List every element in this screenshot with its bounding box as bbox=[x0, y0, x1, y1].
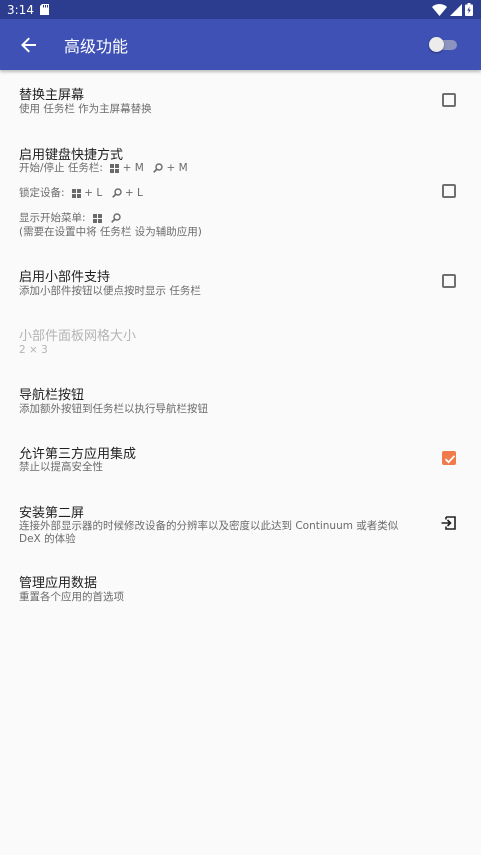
widget-support-checkbox[interactable] bbox=[442, 274, 456, 288]
check-icon bbox=[444, 455, 456, 464]
setting-replace-home[interactable]: 替换主屏幕 使用 任务栏 作为主屏幕替换 bbox=[0, 70, 481, 130]
shortcut-keys: + L bbox=[124, 187, 143, 199]
replace-home-checkbox[interactable] bbox=[442, 93, 456, 107]
shortcut-line-lock: 锁定设备: + L + L bbox=[19, 187, 143, 200]
toggle-thumb bbox=[429, 37, 444, 52]
shortcut-label: 显示开始菜单: bbox=[19, 212, 86, 224]
shortcut-label: 锁定设备: bbox=[19, 187, 65, 199]
status-right bbox=[432, 3, 473, 16]
master-toggle[interactable] bbox=[429, 37, 457, 52]
page-title: 高级功能 bbox=[64, 36, 129, 56]
setting-title: 替换主屏幕 bbox=[19, 88, 85, 103]
setting-summary: 禁止以提高安全性 bbox=[19, 461, 103, 473]
keyboard-shortcuts-checkbox[interactable] bbox=[442, 184, 456, 198]
signal-icon bbox=[450, 3, 462, 16]
shortcut-keys: + M bbox=[166, 162, 188, 174]
shortcut-keys: + L bbox=[84, 187, 103, 199]
app-bar: 高级功能 bbox=[0, 19, 481, 70]
shortcut-note: (需要在设置中将 任务栏 设为辅助应用) bbox=[19, 226, 202, 238]
setting-widget-grid: 小部件面板网格大小 2 × 3 bbox=[0, 310, 481, 370]
shortcut-line-start-menu: 显示开始菜单: bbox=[19, 212, 121, 225]
setting-summary: 添加小部件按钮以便点按时显示 任务栏 bbox=[19, 285, 201, 297]
shortcut-label: 开始/停止 任务栏: bbox=[19, 162, 103, 174]
setting-keyboard-shortcuts[interactable]: 启用键盘快捷方式 开始/停止 任务栏: + M + M 锁定设备: + L + … bbox=[0, 130, 481, 250]
search-key-icon bbox=[111, 213, 121, 223]
windows-key-icon bbox=[92, 213, 102, 223]
setting-nav-buttons[interactable]: 导航栏按钮 添加额外按钮到任务栏以执行导航栏按钮 bbox=[0, 370, 481, 430]
setting-summary-line2: DeX 的体验 bbox=[19, 533, 76, 545]
sd-card-icon bbox=[39, 4, 49, 15]
setting-summary: 重置各个应用的首选项 bbox=[19, 591, 124, 603]
shortcut-keys: + M bbox=[122, 162, 144, 174]
battery-charging-icon bbox=[465, 3, 473, 16]
setting-widget-support[interactable]: 启用小部件支持 添加小部件按钮以便点按时显示 任务栏 bbox=[0, 250, 481, 310]
setting-title: 安装第二屏 bbox=[19, 506, 85, 521]
setting-summary: 使用 任务栏 作为主屏幕替换 bbox=[19, 103, 152, 115]
windows-key-icon bbox=[71, 188, 81, 198]
status-left: 3:14 bbox=[7, 3, 49, 17]
setting-summary: 2 × 3 bbox=[19, 344, 48, 356]
open-in-app-icon bbox=[441, 516, 456, 530]
setting-summary-line1: 连接外部显示器的时候修改设备的分辨率以及密度以此达到 Continuum 或者类… bbox=[19, 520, 399, 532]
setting-title: 允许第三方应用集成 bbox=[19, 447, 137, 462]
search-key-icon bbox=[111, 188, 122, 198]
setting-summary: 添加额外按钮到任务栏以执行导航栏按钮 bbox=[19, 403, 208, 415]
windows-key-icon bbox=[110, 163, 120, 173]
setting-title: 导航栏按钮 bbox=[19, 388, 85, 403]
search-key-icon bbox=[153, 163, 163, 173]
status-bar: 3:14 bbox=[0, 0, 481, 19]
status-time: 3:14 bbox=[7, 2, 34, 17]
back-button[interactable] bbox=[8, 24, 50, 66]
setting-manage-data[interactable]: 管理应用数据 重置各个应用的首选项 bbox=[0, 562, 481, 620]
wifi-icon bbox=[432, 3, 447, 16]
setting-second-screen[interactable]: 安装第二屏 连接外部显示器的时候修改设备的分辨率以及密度以此达到 Continu… bbox=[0, 490, 481, 562]
shortcut-line-start-stop: 开始/停止 任务栏: + M + M bbox=[19, 162, 188, 175]
arrow-back-icon bbox=[21, 37, 36, 52]
setting-title: 小部件面板网格大小 bbox=[19, 329, 137, 344]
third-party-checkbox[interactable] bbox=[442, 451, 456, 465]
setting-title: 启用键盘快捷方式 bbox=[19, 148, 124, 163]
setting-title: 启用小部件支持 bbox=[19, 270, 111, 285]
setting-third-party[interactable]: 允许第三方应用集成 禁止以提高安全性 bbox=[0, 430, 481, 490]
setting-title: 管理应用数据 bbox=[19, 576, 98, 591]
